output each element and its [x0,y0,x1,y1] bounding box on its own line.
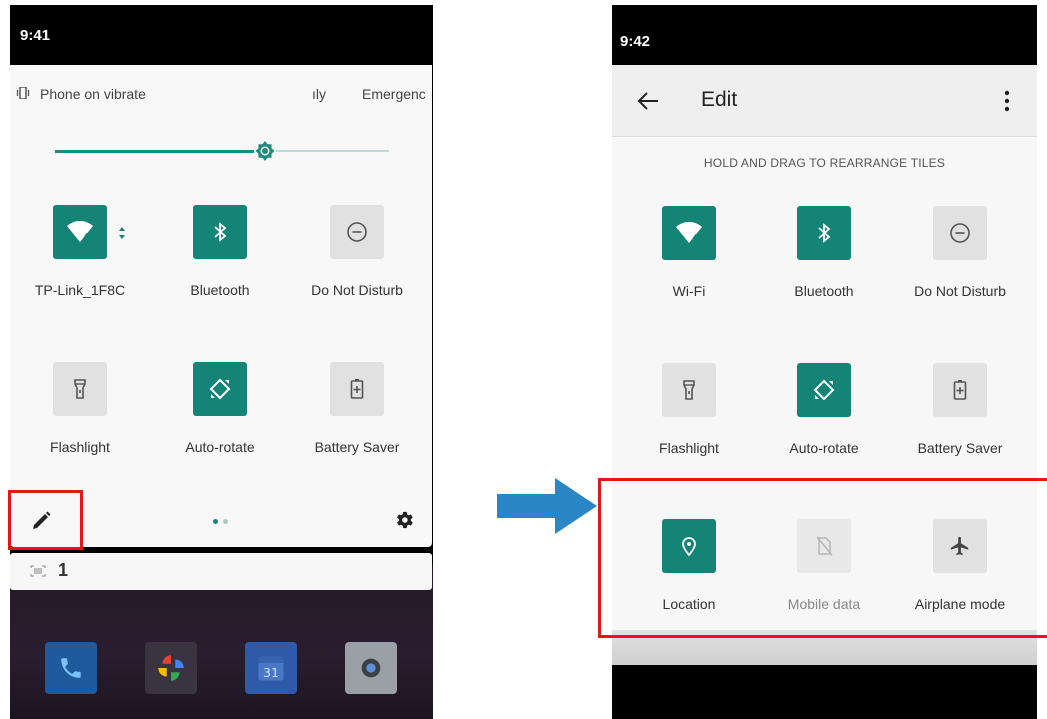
page-dot-active [213,519,218,524]
wifi-expand-icon[interactable] [118,227,126,239]
tile-auto-rotate-label: Auto-rotate [789,440,859,456]
rearrange-hint: HOLD AND DRAG TO REARRANGE TILES [703,156,946,170]
tile-auto-rotate[interactable]: Auto-rotate [150,362,290,482]
wifi-icon: 4 [67,221,93,243]
wifi-icon: 4 [676,222,702,244]
notification-row[interactable]: 1 [10,553,432,590]
settings-gear-icon[interactable] [393,509,415,531]
page-dot [223,519,228,524]
tile-flashlight-label: Flashlight [50,439,110,455]
bluetooth-icon [818,223,831,243]
flashlight-icon [683,380,695,400]
tile-battery-saver-toggle[interactable] [330,362,384,416]
more-options-icon[interactable] [1004,90,1010,112]
tile-dnd-label: Do Not Disturb [914,283,1006,299]
photos-icon [158,655,184,681]
tile-auto-rotate-toggle[interactable] [193,362,247,416]
brightness-slider[interactable] [55,140,389,162]
status-time: 9:41 [20,27,51,44]
tile-wifi-label: Wi-Fi [672,283,706,299]
battery-saver-icon [953,380,967,400]
tile-battery-saver[interactable]: Battery Saver [890,363,1030,483]
page-indicator [213,519,233,525]
tile-bluetooth-label: Bluetooth [190,282,250,298]
tile-dnd-toggle[interactable] [933,206,987,260]
calendar-app[interactable]: 31 [245,642,297,694]
camera-app[interactable] [345,642,397,694]
edit-header: Edit [612,65,1037,137]
back-arrow-icon[interactable] [637,91,659,111]
transition-arrow-icon [497,478,597,534]
edit-button-highlight [8,490,83,550]
screenshot-comparison: 9:41 31 Phone on vibrate ıly Emergency 4… [0,0,1047,719]
tile-battery-saver-toggle[interactable] [933,363,987,417]
brightness-icon[interactable] [253,139,277,163]
tile-wifi-label: TP-Link_1F8C [34,282,126,298]
phone-app[interactable] [45,642,97,694]
camera-icon [361,658,381,678]
quick-settings-panel: Phone on vibrate ıly Emergency 4 TP-Link… [10,65,432,547]
tile-auto-rotate-toggle[interactable] [797,363,851,417]
new-tiles-highlight [598,478,1047,638]
flashlight-icon [74,379,86,399]
tile-wifi[interactable]: 4 Wi-Fi [619,206,759,326]
ringer-row: Phone on vibrate ıly Emergency [16,85,426,105]
tile-dnd[interactable]: Do Not Disturb [890,206,1030,326]
only-tab[interactable]: ıly [312,86,326,102]
notification-count: 1 [58,560,69,580]
tile-flashlight-label: Flashlight [659,440,719,456]
tile-bluetooth-toggle[interactable] [193,205,247,259]
svg-text:4: 4 [83,232,89,243]
tile-flashlight-toggle[interactable] [662,363,716,417]
emergency-tab[interactable]: Emergency [362,86,426,102]
tile-bluetooth[interactable]: Bluetooth [150,205,290,325]
auto-rotate-icon [209,378,231,400]
bluetooth-icon [214,222,227,242]
tile-dnd-toggle[interactable] [330,205,384,259]
vibrate-icon [16,87,30,99]
tile-wifi-toggle[interactable]: 4 [53,205,107,259]
tile-flashlight[interactable]: Flashlight [10,362,150,482]
page-title: Edit [701,88,738,111]
photos-app[interactable] [145,642,197,694]
tile-battery-saver[interactable]: Battery Saver [287,362,427,482]
battery-saver-icon [350,379,364,399]
status-time: 9:42 [620,33,651,50]
svg-text:31: 31 [263,665,279,680]
do-not-disturb-icon [347,222,367,242]
tile-flashlight-toggle[interactable] [53,362,107,416]
tile-battery-saver-label: Battery Saver [917,440,1003,456]
tile-dnd[interactable]: Do Not Disturb [287,205,427,325]
tile-bluetooth-toggle[interactable] [797,206,851,260]
tile-bluetooth[interactable]: Bluetooth [754,206,894,326]
auto-rotate-icon [813,379,835,401]
tile-wifi[interactable]: 4 TP-Link_1F8C [10,205,150,325]
tile-auto-rotate[interactable]: Auto-rotate [754,363,894,483]
calendar-icon: 31 [258,656,284,681]
tile-battery-saver-label: Battery Saver [314,439,400,455]
tile-auto-rotate-label: Auto-rotate [185,439,255,455]
svg-text:4: 4 [692,233,698,244]
ringer-label[interactable]: Phone on vibrate [40,86,146,102]
tile-flashlight[interactable]: Flashlight [619,363,759,483]
barcode-scanner-icon [30,565,46,577]
tile-wifi-toggle[interactable]: 4 [662,206,716,260]
do-not-disturb-icon [950,223,970,243]
phone-quick-settings: 9:41 31 Phone on vibrate ıly Emergency 4… [10,5,433,719]
brightness-track-filled [55,150,266,153]
phone-icon [61,658,81,678]
tile-bluetooth-label: Bluetooth [794,283,854,299]
tile-dnd-label: Do Not Disturb [311,282,403,298]
brightness-track-empty [265,150,389,152]
